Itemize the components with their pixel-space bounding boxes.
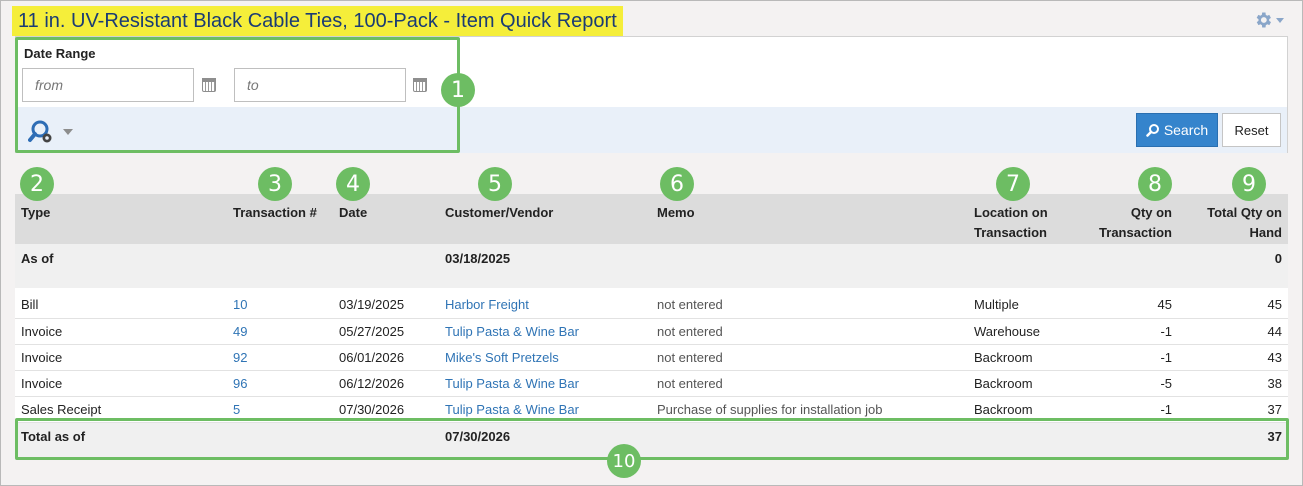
cell-total-qty: 45 <box>1267 297 1282 313</box>
column-header-total-qty-on-hand[interactable]: Total Qty on Hand <box>1178 194 1288 244</box>
as-of-date: 03/18/2025 <box>445 251 511 266</box>
table-row: Bill 10 03/19/2025 Harbor Freight not en… <box>15 292 1288 318</box>
column-header-customer-vendor[interactable]: Customer/Vendor <box>439 194 651 244</box>
chevron-down-icon <box>1276 17 1284 23</box>
customer-vendor-link[interactable]: Tulip Pasta & Wine Bar <box>445 376 579 391</box>
customer-vendor-link[interactable]: Tulip Pasta & Wine Bar <box>445 324 579 339</box>
cell-memo: not entered <box>657 375 723 391</box>
cell-location: Backroom <box>974 349 1033 365</box>
cell-qty: -1 <box>1160 349 1172 365</box>
column-header-location[interactable]: Location on Transaction <box>968 194 1078 244</box>
table-row: Invoice 96 06/12/2026 Tulip Pasta & Wine… <box>15 370 1288 396</box>
cell-type: Bill <box>21 297 39 313</box>
page-title-highlight: 11 in. UV-Resistant Black Cable Ties, 10… <box>12 6 623 36</box>
annotation-badge-3: 3 <box>258 167 292 201</box>
annotation-badge-4: 4 <box>336 167 370 201</box>
reset-button[interactable]: Reset <box>1222 113 1281 147</box>
table-header: Type Transaction # Date Customer/Vendor … <box>15 194 1288 244</box>
cell-location: Backroom <box>974 375 1033 391</box>
column-header-qty-on-transaction[interactable]: Qty on Transaction <box>1078 194 1178 244</box>
annotation-badge-6: 6 <box>660 167 694 201</box>
transaction-link[interactable]: 92 <box>233 350 247 365</box>
cell-date: 05/27/2025 <box>339 323 405 339</box>
cell-type: Invoice <box>21 323 63 339</box>
cell-memo: not entered <box>657 323 723 339</box>
cell-memo: not entered <box>657 297 723 313</box>
annotation-badge-10: 10 <box>607 444 641 478</box>
annotation-badge-9: 9 <box>1232 167 1266 201</box>
table-row: Invoice 49 05/27/2025 Tulip Pasta & Wine… <box>15 318 1288 344</box>
customer-vendor-link[interactable]: Mike's Soft Pretzels <box>445 350 559 365</box>
annotation-badge-5: 5 <box>478 167 512 201</box>
cell-date: 06/01/2026 <box>339 349 405 365</box>
cell-location: Warehouse <box>974 323 1040 339</box>
cell-memo: not entered <box>657 349 723 365</box>
page-title: 11 in. UV-Resistant Black Cable Ties, 10… <box>18 9 617 32</box>
cell-location: Multiple <box>974 297 1019 313</box>
transaction-link[interactable]: 49 <box>233 324 247 339</box>
column-header-memo[interactable]: Memo <box>651 194 968 244</box>
cell-qty: 45 <box>1157 297 1172 313</box>
search-button-label: Search <box>1163 122 1209 138</box>
customer-vendor-link[interactable]: Harbor Freight <box>445 297 529 312</box>
as-of-total: 0 <box>1274 251 1282 266</box>
cell-type: Invoice <box>21 375 63 391</box>
cell-date: 03/19/2025 <box>339 297 405 313</box>
column-header-date[interactable]: Date <box>333 194 439 244</box>
settings-menu[interactable] <box>1253 10 1287 30</box>
customer-vendor-link[interactable]: Tulip Pasta & Wine Bar <box>445 402 579 417</box>
cell-type: Invoice <box>21 349 63 365</box>
search-button[interactable]: Search <box>1136 113 1218 147</box>
annotation-box-filters <box>15 37 460 153</box>
annotation-badge-2: 2 <box>20 167 54 201</box>
cell-date: 06/12/2026 <box>339 375 405 391</box>
annotation-badge-1: 1 <box>441 73 475 107</box>
cell-qty: -5 <box>1160 375 1172 391</box>
table-row: Invoice 92 06/01/2026 Mike's Soft Pretze… <box>15 344 1288 370</box>
transaction-link[interactable]: 96 <box>233 376 247 391</box>
cell-total-qty: 43 <box>1267 349 1282 365</box>
cell-total-qty: 44 <box>1267 323 1282 339</box>
annotation-badge-8: 8 <box>1138 167 1172 201</box>
cell-qty: -1 <box>1160 323 1172 339</box>
as-of-label: As of <box>21 251 54 266</box>
column-header-transaction[interactable]: Transaction # <box>227 194 333 244</box>
column-header-type[interactable]: Type <box>15 194 227 244</box>
transaction-link[interactable]: 10 <box>233 297 247 312</box>
annotation-badge-7: 7 <box>996 167 1030 201</box>
cell-total-qty: 38 <box>1267 375 1282 391</box>
annotation-box-total <box>15 418 1289 460</box>
as-of-row: As of 03/18/2025 0 <box>15 244 1288 288</box>
gear-icon[interactable] <box>1253 10 1273 30</box>
magnifier-icon <box>1146 124 1159 137</box>
transaction-link[interactable]: 5 <box>233 402 240 417</box>
